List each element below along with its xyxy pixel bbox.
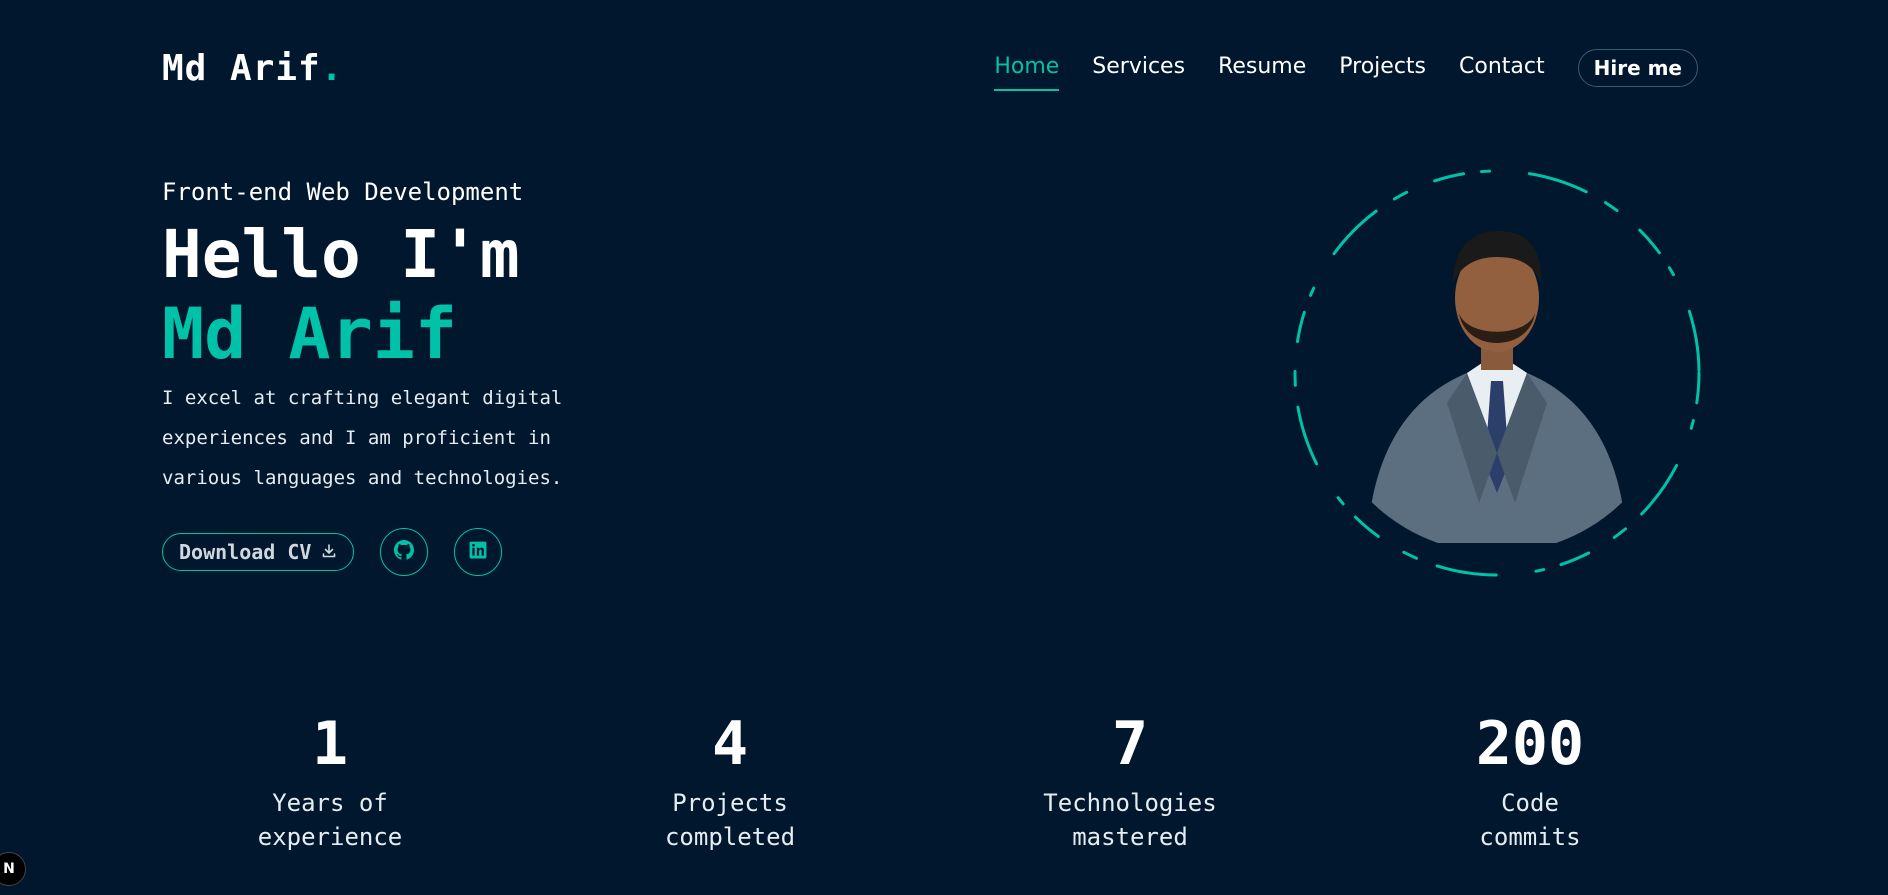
hero-intro: Front-end Web Development Hello I'm Md A… xyxy=(162,178,782,576)
logo[interactable]: Md Arif. xyxy=(162,48,343,89)
hero-name: Md Arif xyxy=(162,293,458,375)
nav-projects[interactable]: Projects xyxy=(1339,54,1426,83)
linkedin-icon xyxy=(469,541,487,563)
nav-services[interactable]: Services xyxy=(1092,54,1185,83)
github-icon xyxy=(394,540,415,564)
download-cv-button[interactable]: Download CV xyxy=(162,533,355,571)
stat-experience: 1 Years of experience xyxy=(130,712,530,854)
download-cv-label: Download CV xyxy=(179,540,312,564)
stat-technologies: 7 Technologies mastered xyxy=(930,712,1330,854)
hero-greeting: Hello I'm xyxy=(162,216,520,293)
site-header: Md Arif. Home Services Resume Projects C… xyxy=(162,40,1698,96)
dev-tools-badge[interactable]: N xyxy=(0,852,26,886)
main-nav: Home Services Resume Projects Contact Hi… xyxy=(994,49,1698,91)
profile-photo xyxy=(1367,231,1627,543)
stat-number: 4 xyxy=(711,709,749,779)
hero-subtitle: Front-end Web Development xyxy=(162,178,524,206)
stat-label: Years of experience xyxy=(257,789,403,851)
logo-text: Md Arif xyxy=(162,47,321,89)
stat-number: 1 xyxy=(311,709,349,779)
nav-resume[interactable]: Resume xyxy=(1218,54,1306,83)
stat-number: 7 xyxy=(1111,709,1149,779)
dev-tools-badge-letter: N xyxy=(3,861,15,877)
profile-photo-frame xyxy=(1292,168,1702,578)
portfolio-page: Md Arif. Home Services Resume Projects C… xyxy=(0,0,1888,895)
stat-label: Projects completed xyxy=(664,789,796,851)
hero-description: I excel at crafting elegant digital expe… xyxy=(162,387,563,489)
github-link[interactable] xyxy=(380,528,429,576)
stat-commits: 200 Code commits xyxy=(1330,712,1730,854)
download-icon xyxy=(321,540,337,564)
hero-actions: Download CV xyxy=(162,528,503,576)
stat-label: Code commits xyxy=(1479,789,1581,851)
stats-section: 1 Years of experience 4 Projects complet… xyxy=(130,712,1730,854)
logo-dot: . xyxy=(320,47,344,89)
stat-projects: 4 Projects completed xyxy=(530,712,930,854)
nav-home[interactable]: Home xyxy=(994,54,1059,91)
linkedin-link[interactable] xyxy=(454,528,503,576)
stat-label: Technologies mastered xyxy=(1043,789,1217,851)
nav-contact[interactable]: Contact xyxy=(1459,54,1545,83)
stat-number: 200 xyxy=(1475,709,1585,779)
hire-me-button[interactable]: Hire me xyxy=(1577,49,1698,87)
